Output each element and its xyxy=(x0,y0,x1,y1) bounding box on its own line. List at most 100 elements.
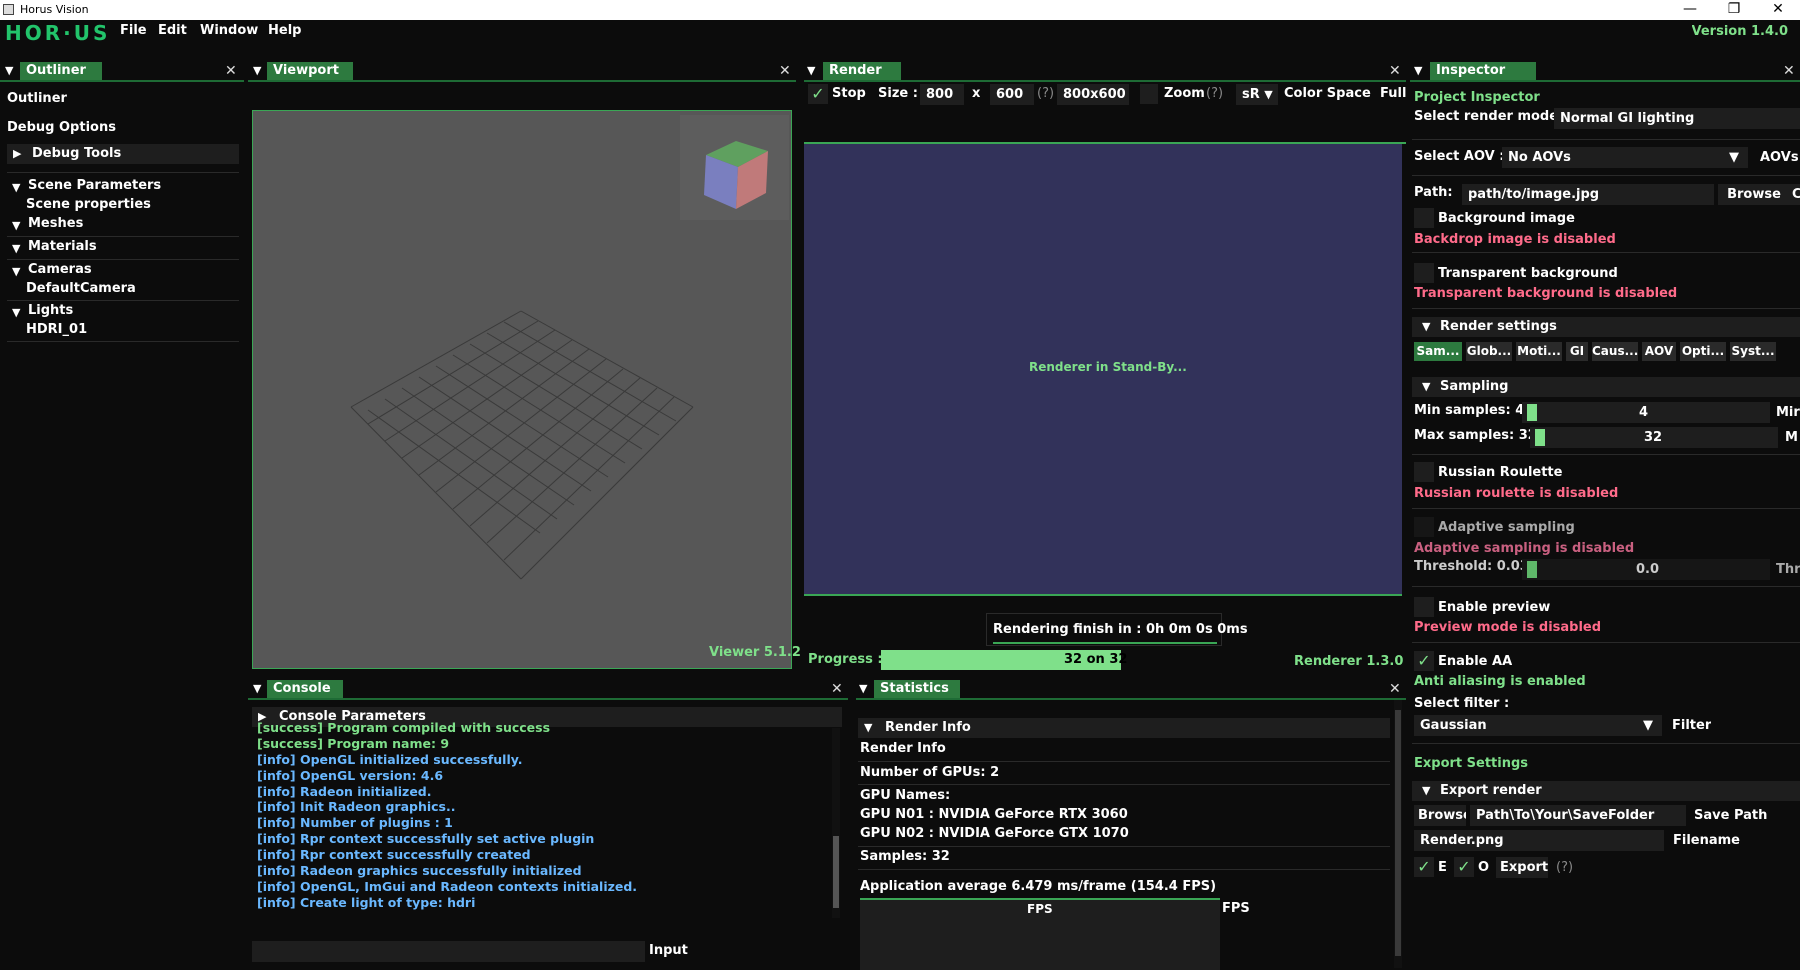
statistics-scroll-thumb[interactable] xyxy=(1395,710,1401,956)
statistics-scrollbar[interactable] xyxy=(1394,700,1402,968)
subtab-global[interactable]: Glob... xyxy=(1466,342,1512,361)
stop-checkbox[interactable]: ✓ xyxy=(808,84,828,104)
render-collapse-icon[interactable]: ▼ xyxy=(807,64,815,77)
render-mode-select[interactable]: Normal GI lighting xyxy=(1554,108,1800,129)
divider xyxy=(7,259,239,260)
close-window-icon[interactable]: ✕ xyxy=(1756,0,1800,20)
viewport-close-icon[interactable]: ✕ xyxy=(779,63,791,79)
background-image-checkbox[interactable] xyxy=(1414,208,1434,228)
tab-render[interactable]: Render xyxy=(823,62,901,80)
menu-window[interactable]: Window xyxy=(200,23,258,38)
export-e-checkbox[interactable]: ✓ xyxy=(1414,857,1434,877)
sampling-header[interactable]: ▼ Sampling xyxy=(1412,377,1800,397)
statistics-collapse-icon[interactable]: ▼ xyxy=(859,682,867,695)
menu-edit[interactable]: Edit xyxy=(158,23,187,38)
lights-item[interactable]: Lights xyxy=(28,303,73,318)
scene-properties-item[interactable]: Scene properties xyxy=(26,197,151,212)
max-samples-slider[interactable]: 32 xyxy=(1530,427,1778,448)
adaptive-sampling-checkbox[interactable] xyxy=(1414,517,1434,537)
slider-grab[interactable] xyxy=(1527,561,1537,578)
render-mode-label: Select render mode : xyxy=(1414,109,1568,124)
export-browse-button[interactable]: Browse xyxy=(1414,805,1466,826)
console-input[interactable] xyxy=(252,941,645,962)
path-input[interactable]: path/to/image.jpg xyxy=(1462,184,1714,205)
aov-select[interactable]: No AOVs ▼ xyxy=(1502,147,1748,168)
console-log[interactable]: [success] Program compiled with success[… xyxy=(257,720,837,910)
transparent-background-checkbox[interactable] xyxy=(1414,263,1434,283)
enable-aa-checkbox[interactable]: ✓ xyxy=(1414,651,1434,671)
save-path-input[interactable]: Path\To\Your\SaveFolder xyxy=(1470,805,1686,826)
tab-statistics[interactable]: Statistics xyxy=(874,680,960,698)
full-button[interactable]: Full xyxy=(1380,86,1406,101)
russian-roulette-checkbox[interactable] xyxy=(1414,462,1434,482)
inspector-close-icon[interactable]: ✕ xyxy=(1783,63,1795,79)
render-canvas[interactable]: Renderer in Stand-By... xyxy=(804,144,1402,596)
minimize-icon[interactable]: — xyxy=(1668,0,1712,20)
tab-console[interactable]: Console xyxy=(267,680,343,698)
zoom-help[interactable]: (?) xyxy=(1206,86,1223,101)
filename-input[interactable]: Render.png xyxy=(1414,830,1664,851)
console-close-icon[interactable]: ✕ xyxy=(831,681,843,697)
filter-select[interactable]: Gaussian ▼ xyxy=(1414,715,1662,736)
size-preset-button[interactable]: 800x600 xyxy=(1057,84,1129,105)
menu-file[interactable]: File xyxy=(120,23,147,38)
render-height-input[interactable]: 600 xyxy=(990,84,1034,105)
slider-grab[interactable] xyxy=(1527,404,1537,421)
clear-button[interactable]: C xyxy=(1790,184,1800,205)
statistics-close-icon[interactable]: ✕ xyxy=(1389,681,1401,697)
size-help[interactable]: (?) xyxy=(1037,86,1054,101)
subtab-system[interactable]: Syst... xyxy=(1730,342,1776,361)
restore-icon[interactable]: ❐ xyxy=(1712,0,1756,20)
fps-plot[interactable]: FPS xyxy=(860,898,1220,970)
console-scroll-thumb[interactable] xyxy=(833,836,839,908)
debug-tools-header[interactable]: ▶ Debug Tools xyxy=(7,144,239,164)
console-collapse-icon[interactable]: ▼ xyxy=(253,682,261,695)
cameras-item[interactable]: Cameras xyxy=(28,262,92,277)
color-space-select[interactable]: sR ▼ xyxy=(1236,84,1278,105)
export-o-checkbox[interactable]: ✓ xyxy=(1454,857,1474,877)
min-samples-slider[interactable]: 4 xyxy=(1522,402,1770,423)
render-settings-header[interactable]: ▼ Render settings xyxy=(1412,317,1800,337)
slider-grab[interactable] xyxy=(1535,429,1545,446)
browse-button[interactable]: Browse xyxy=(1718,184,1790,205)
outliner-collapse-icon[interactable]: ▼ xyxy=(5,64,13,77)
tab-inspector[interactable]: Inspector xyxy=(1430,62,1536,80)
subtab-sampling[interactable]: Sam... xyxy=(1414,342,1462,361)
scene-parameters-item[interactable]: Scene Parameters xyxy=(28,178,161,193)
export-render-header[interactable]: ▼ Export render xyxy=(1412,781,1800,801)
console-scrollbar[interactable] xyxy=(832,728,840,918)
transparent-background-label: Transparent background xyxy=(1438,266,1618,281)
navigation-cube-icon[interactable] xyxy=(680,115,789,220)
render-info-header[interactable]: ▼ Render Info xyxy=(858,718,1390,738)
materials-item[interactable]: Materials xyxy=(28,239,97,254)
materials-collapse-icon[interactable]: ▼ xyxy=(12,242,20,255)
lights-collapse-icon[interactable]: ▼ xyxy=(12,306,20,319)
export-help[interactable]: (?) xyxy=(1556,860,1573,875)
render-close-icon[interactable]: ✕ xyxy=(1389,63,1401,79)
enable-preview-checkbox[interactable] xyxy=(1414,597,1434,617)
subtab-motion[interactable]: Moti... xyxy=(1516,342,1562,361)
subtab-optimization[interactable]: Opti... xyxy=(1680,342,1726,361)
export-button[interactable]: Export xyxy=(1496,857,1548,878)
viewport-collapse-icon[interactable]: ▼ xyxy=(253,64,261,77)
zoom-checkbox[interactable] xyxy=(1140,84,1158,104)
subtab-caustics[interactable]: Caus... xyxy=(1592,342,1638,361)
meshes-item[interactable]: Meshes xyxy=(28,216,83,231)
hdri-item[interactable]: HDRI_01 xyxy=(26,322,87,337)
inspector-collapse-icon[interactable]: ▼ xyxy=(1414,64,1422,77)
render-width-input[interactable]: 800 xyxy=(920,84,964,105)
viewport-canvas[interactable]: Viewer 5.1.2 xyxy=(252,110,801,669)
menu-help[interactable]: Help xyxy=(268,23,301,38)
subtab-aov[interactable]: AOV xyxy=(1642,342,1676,361)
tab-outliner[interactable]: Outliner xyxy=(20,62,102,80)
cameras-collapse-icon[interactable]: ▼ xyxy=(12,265,20,278)
meshes-collapse-icon[interactable]: ▼ xyxy=(12,219,20,232)
subtab-gi[interactable]: GI xyxy=(1566,342,1588,361)
outliner-tab-header: ▼ Outliner ✕ xyxy=(0,62,244,82)
tab-viewport[interactable]: Viewport xyxy=(267,62,353,80)
outliner-close-icon[interactable]: ✕ xyxy=(225,63,237,79)
threshold-slider[interactable]: 0.0 xyxy=(1522,559,1770,580)
scene-parameters-collapse-icon[interactable]: ▼ xyxy=(12,181,20,194)
default-camera-item[interactable]: DefaultCamera xyxy=(26,281,136,296)
nav-cube-area[interactable] xyxy=(680,115,789,220)
